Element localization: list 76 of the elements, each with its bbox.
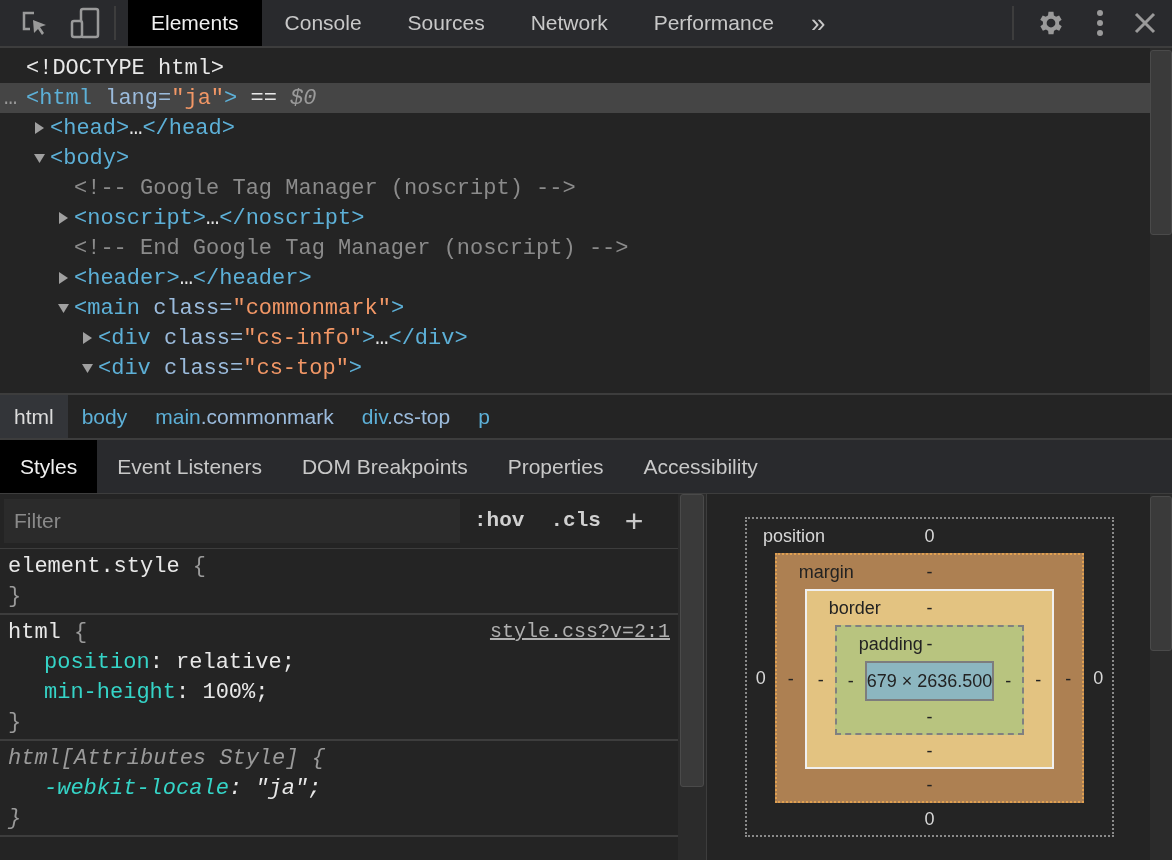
panel-tab[interactable]: Console xyxy=(261,0,385,46)
box-value: 0 xyxy=(924,524,935,548)
box-value: - xyxy=(786,667,795,691)
more-tabs-button[interactable]: » xyxy=(796,0,840,46)
css-declaration: min-height: 100%; xyxy=(43,678,270,707)
breadcrumb[interactable]: div.cs-top xyxy=(347,395,465,438)
breadcrumb[interactable]: html xyxy=(0,395,68,438)
box-value: 0 xyxy=(754,666,767,690)
box-value: 0 xyxy=(924,807,935,831)
dom-node[interactable]: <!-- Google Tag Manager (noscript) --> xyxy=(0,173,1150,203)
breadcrumb[interactable]: main.commonmark xyxy=(141,395,348,438)
scrollbar-thumb[interactable] xyxy=(680,494,704,787)
dom-node[interactable]: <div class="cs-top"> xyxy=(0,353,1150,383)
box-value: - xyxy=(926,773,933,797)
inspect-icon[interactable] xyxy=(20,9,48,37)
box-value: - xyxy=(926,632,933,656)
dom-node[interactable]: … <html lang="ja"> == $0 xyxy=(0,83,1150,113)
dom-node[interactable]: <!DOCTYPE html> xyxy=(0,53,1150,83)
box-label: border xyxy=(827,596,881,620)
sidebar-tab[interactable]: Accessibility xyxy=(623,440,778,493)
class-button[interactable]: .cls xyxy=(550,505,601,537)
panel-tab[interactable]: Sources xyxy=(384,0,508,46)
box-value: - xyxy=(926,560,933,584)
sidebar-tab[interactable]: Properties xyxy=(487,440,624,493)
dom-node[interactable]: <head>…</head> xyxy=(0,113,1150,143)
css-declaration: -webkit-locale: "ja"; xyxy=(43,774,323,803)
sidebar-tab[interactable]: Styles xyxy=(0,440,98,493)
caret-icon[interactable] xyxy=(82,332,93,344)
breadcrumb[interactable]: p xyxy=(464,395,504,438)
box-value: - xyxy=(846,669,855,693)
css-selector: html[Attributes Style] { xyxy=(8,744,325,773)
box-value: - xyxy=(1064,667,1073,691)
filter-field[interactable]: Filter xyxy=(4,499,460,543)
caret-icon[interactable] xyxy=(82,362,93,374)
box-label: padding xyxy=(857,632,923,656)
dom-node[interactable]: <body> xyxy=(0,143,1150,173)
dom-node[interactable]: <div class="cs-info">…</div> xyxy=(0,323,1150,353)
caret-icon[interactable] xyxy=(58,272,69,284)
box-value: - xyxy=(926,596,933,620)
hover-state-button[interactable]: :hov xyxy=(474,505,525,537)
box-value: - xyxy=(816,668,825,692)
box-value: - xyxy=(926,705,933,729)
breadcrumb[interactable]: body xyxy=(67,395,142,438)
panel-tab[interactable]: Performance xyxy=(630,0,797,46)
css-declaration: position: relative; xyxy=(43,648,296,677)
dom-node[interactable]: <main class="commonmark"> xyxy=(0,293,1150,323)
sidebar-tab[interactable]: DOM Breakpoints xyxy=(281,440,488,493)
panel-tab[interactable]: Elements xyxy=(128,0,262,46)
scrollbar-thumb[interactable] xyxy=(1150,50,1172,235)
closing-brace: } xyxy=(8,804,22,833)
caret-icon[interactable] xyxy=(58,302,69,314)
caret-icon[interactable] xyxy=(58,212,69,224)
closing-brace: } xyxy=(8,582,22,611)
box-value: - xyxy=(1034,668,1043,692)
box-label: position xyxy=(762,524,826,548)
sidebar-tab[interactable]: Event Listeners xyxy=(97,440,282,493)
dom-node[interactable]: <!-- End Google Tag Manager (noscript) --> xyxy=(0,233,1150,263)
box-value: - xyxy=(1004,669,1013,693)
close-icon[interactable] xyxy=(1134,12,1156,34)
dom-node[interactable]: <noscript>…</noscript> xyxy=(0,203,1150,233)
box-value: - xyxy=(926,739,933,763)
closing-brace: } xyxy=(8,708,22,737)
css-selector: html { xyxy=(8,618,88,647)
caret-icon[interactable] xyxy=(34,122,45,134)
box-label: margin xyxy=(797,560,854,584)
content-box: 679 × 2636.500 xyxy=(864,661,995,701)
source-link[interactable]: style.css?v=2:1 xyxy=(489,617,670,647)
device-icon[interactable] xyxy=(70,7,100,39)
panel-tab[interactable]: Network xyxy=(507,0,631,46)
scrollbar-thumb[interactable] xyxy=(1150,496,1172,651)
more-options-icon[interactable] xyxy=(1096,9,1104,37)
new-rule-button[interactable]: + xyxy=(624,505,644,537)
css-selector: element.style { xyxy=(8,552,207,581)
box-value: 0 xyxy=(1092,666,1105,690)
dom-node[interactable]: <header>…</header> xyxy=(0,263,1150,293)
caret-icon[interactable] xyxy=(34,152,45,164)
